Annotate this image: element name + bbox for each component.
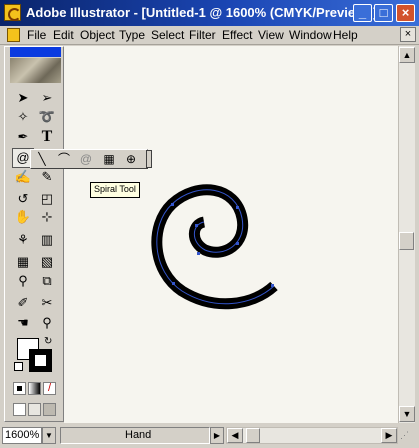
horizontal-scroll-thumb[interactable]: [246, 428, 260, 443]
zoom-level-field[interactable]: 1600%: [2, 427, 42, 444]
menu-window[interactable]: Window: [289, 28, 332, 42]
window-title: Adobe Illustrator - [Untitled-1 @ 1600% …: [26, 5, 378, 20]
eyedropper-tool-icon[interactable]: ⚲: [12, 271, 34, 291]
zoom-tool-icon[interactable]: ⚲: [36, 313, 58, 333]
column-graph-tool-icon[interactable]: ▥: [36, 230, 58, 250]
anchor-point: [236, 206, 239, 209]
illustrator-app-icon[interactable]: [4, 4, 21, 21]
document-close-button[interactable]: ×: [400, 27, 416, 42]
paintbrush-tool-icon[interactable]: ✍: [12, 167, 34, 187]
anchor-point: [172, 282, 175, 285]
menu-view[interactable]: View: [258, 28, 284, 42]
gradient-tool-icon[interactable]: ▧: [36, 252, 58, 272]
symbol-sprayer-tool-icon[interactable]: ⚘: [12, 230, 34, 250]
line-segment-tool-icon[interactable]: ╲: [32, 151, 52, 167]
blend-tool-icon[interactable]: ⧉: [36, 271, 58, 291]
menu-type[interactable]: Type: [119, 28, 145, 42]
anchor-point: [197, 252, 200, 255]
anchor-point: [171, 203, 174, 206]
zoom-dropdown-button[interactable]: ▼: [42, 427, 56, 444]
scale-tool-icon[interactable]: ◰: [36, 189, 58, 209]
standard-screen-mode-icon[interactable]: [13, 403, 26, 416]
direct-selection-tool-icon[interactable]: ➢: [36, 88, 58, 108]
scroll-down-button[interactable]: ▼: [399, 406, 415, 422]
anchor-point: [195, 224, 198, 227]
polar-grid-tool-icon[interactable]: ⊕: [121, 151, 141, 167]
free-transform-tool-icon[interactable]: ⊹: [36, 207, 58, 227]
stroke-swatch[interactable]: [29, 349, 52, 372]
menu-select[interactable]: Select: [151, 28, 184, 42]
status-menu-button[interactable]: ▶: [210, 427, 224, 444]
current-tool-status: Hand: [60, 427, 210, 444]
spiral-stroke: [151, 184, 278, 310]
artboard-canvas[interactable]: [64, 46, 398, 423]
menu-filter[interactable]: Filter: [189, 28, 216, 42]
toolbox-title-bar[interactable]: [10, 47, 61, 57]
default-colors-icon[interactable]: [14, 362, 23, 371]
scissors-tool-icon[interactable]: ✂: [36, 293, 58, 313]
menu-help[interactable]: Help: [333, 28, 358, 42]
rectangular-grid-tool-icon[interactable]: ▦: [99, 151, 119, 167]
pencil-tool-icon[interactable]: ✎: [36, 167, 58, 187]
menu-file[interactable]: File: [27, 28, 46, 42]
selection-tool-icon[interactable]: ➤: [12, 88, 34, 108]
color-mode-button[interactable]: [13, 382, 26, 395]
warp-tool-icon[interactable]: ✋: [12, 207, 34, 227]
hand-tool-icon[interactable]: ☚: [12, 313, 34, 333]
vertical-scroll-thumb[interactable]: [399, 232, 414, 250]
document-icon[interactable]: [7, 28, 20, 42]
resize-grip-icon[interactable]: ⋰: [400, 430, 414, 444]
anchor-point: [271, 284, 274, 287]
full-screen-menu-mode-icon[interactable]: [28, 403, 41, 416]
menu-object[interactable]: Object: [80, 28, 115, 42]
mesh-tool-icon[interactable]: ▦: [12, 252, 34, 272]
maximize-button[interactable]: □: [374, 4, 393, 22]
close-button[interactable]: ×: [396, 4, 415, 22]
none-mode-button[interactable]: /: [43, 382, 56, 395]
menu-effect[interactable]: Effect: [222, 28, 252, 42]
spiral-artwork[interactable]: [64, 46, 398, 423]
minimize-button[interactable]: _: [353, 4, 372, 22]
type-tool-icon[interactable]: T: [36, 127, 58, 147]
tooltip: Spiral Tool: [90, 182, 140, 198]
pen-tool-icon[interactable]: ✒: [12, 127, 34, 147]
magic-wand-tool-icon[interactable]: ✧: [12, 107, 34, 127]
toolbox-logo[interactable]: [10, 58, 61, 83]
lasso-tool-icon[interactable]: ➰: [36, 107, 58, 127]
swap-fill-stroke-icon[interactable]: ↻: [44, 336, 52, 347]
scroll-right-button[interactable]: ▶: [381, 428, 397, 443]
anchor-point: [236, 242, 239, 245]
gradient-mode-button[interactable]: [28, 382, 41, 395]
tearoff-handle[interactable]: [146, 150, 152, 168]
spiral-tool-flyout-icon[interactable]: @: [76, 151, 96, 167]
arc-tool-icon[interactable]: ⌒: [54, 151, 74, 167]
menu-edit[interactable]: Edit: [53, 28, 74, 42]
full-screen-mode-icon[interactable]: [43, 403, 56, 416]
slice-tool-icon[interactable]: ✐: [12, 293, 34, 313]
scroll-left-button[interactable]: ◀: [227, 428, 243, 443]
scroll-up-button[interactable]: ▲: [399, 47, 415, 63]
rotate-tool-icon[interactable]: ↺: [12, 189, 34, 209]
